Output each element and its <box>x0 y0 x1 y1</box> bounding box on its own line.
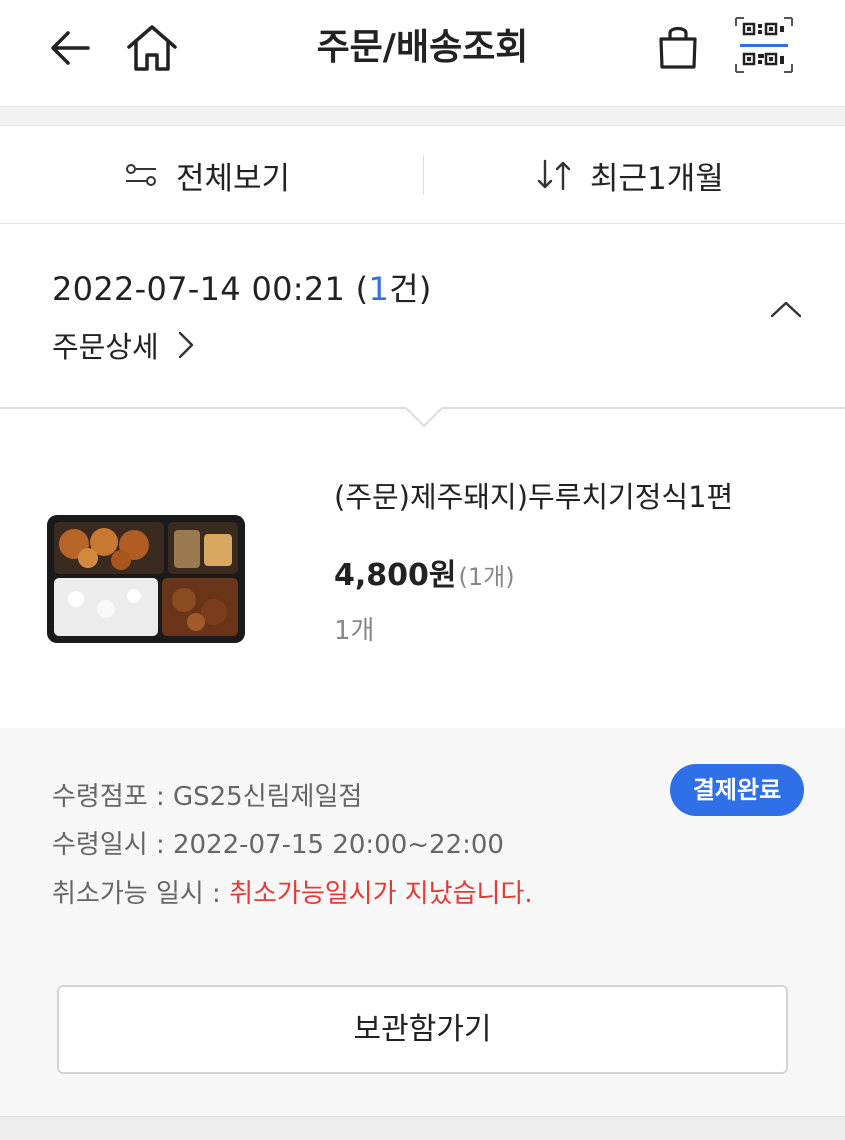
filter-divider <box>423 155 424 195</box>
order-header: 2022-07-14 00:21 (1건) 주문상세 <box>0 224 845 410</box>
collapse-button[interactable] <box>768 298 804 326</box>
qr-code-icon <box>735 17 793 73</box>
filter-all-label: 전체보기 <box>176 160 291 197</box>
order-detail-link[interactable]: 주문상세 <box>52 324 195 366</box>
product-name[interactable]: (주문)제주돼지)두루치기정식1편 <box>334 474 733 516</box>
pickup-time: 수령일시 : 2022-07-15 20:00~22:00 <box>52 830 504 860</box>
order-status-page: 주문/배송조회 전체보기 최근1개월 2022-07-14 00:21 (1건)… <box>0 0 845 1140</box>
lunchbox-image <box>47 515 245 643</box>
pickup-info-panel: 수령점포 : GS25신림제일점 수령일시 : 2022-07-15 20:00… <box>0 728 845 1116</box>
chevron-up-icon <box>770 301 802 318</box>
product-price-value: 4,800원 <box>334 558 457 593</box>
order-count-prefix: ( <box>355 270 369 308</box>
cancel-deadline-label: 취소가능 일시 : <box>52 879 230 909</box>
section-divider-notch <box>0 407 845 428</box>
order-count: (1건) <box>356 270 432 308</box>
go-to-storage-button[interactable]: 보관함가기 <box>57 985 788 1074</box>
filter-period-label: 최근1개월 <box>590 160 724 197</box>
order-count-number: 1 <box>368 270 390 308</box>
filter-bar: 전체보기 최근1개월 <box>0 126 845 224</box>
product-price-qty: (1개) <box>458 563 515 591</box>
page-title: 주문/배송조회 <box>316 27 529 68</box>
cancel-deadline-value: 취소가능일시가 지났습니다. <box>229 879 533 909</box>
top-header: 주문/배송조회 <box>0 0 845 106</box>
filter-all-button[interactable]: 전체보기 <box>124 126 290 224</box>
order-detail-label: 주문상세 <box>52 330 159 364</box>
status-badge: 결제완료 <box>670 764 804 816</box>
pickup-store: 수령점포 : GS25신림제일점 <box>52 782 363 812</box>
filter-period-button[interactable]: 최근1개월 <box>536 126 724 224</box>
order-datetime-text: 2022-07-14 00:21 <box>52 270 346 308</box>
chevron-right-icon <box>177 330 195 360</box>
bottom-section-gap <box>0 1116 845 1140</box>
cancel-deadline: 취소가능 일시 : 취소가능일시가 지났습니다. <box>52 873 533 910</box>
shopping-bag-icon <box>659 26 697 69</box>
qr-button[interactable] <box>732 14 796 76</box>
product-quantity: 1개 <box>334 616 375 646</box>
order-count-suffix: 건) <box>389 270 432 308</box>
order-datetime: 2022-07-14 00:21 (1건) <box>52 264 432 310</box>
filter-settings-icon <box>124 161 158 189</box>
product-image[interactable] <box>46 514 246 644</box>
cart-button[interactable] <box>650 18 706 74</box>
section-gap <box>0 106 845 126</box>
product-price: 4,800원(1개) <box>334 550 515 594</box>
sort-arrows-icon <box>536 159 572 191</box>
